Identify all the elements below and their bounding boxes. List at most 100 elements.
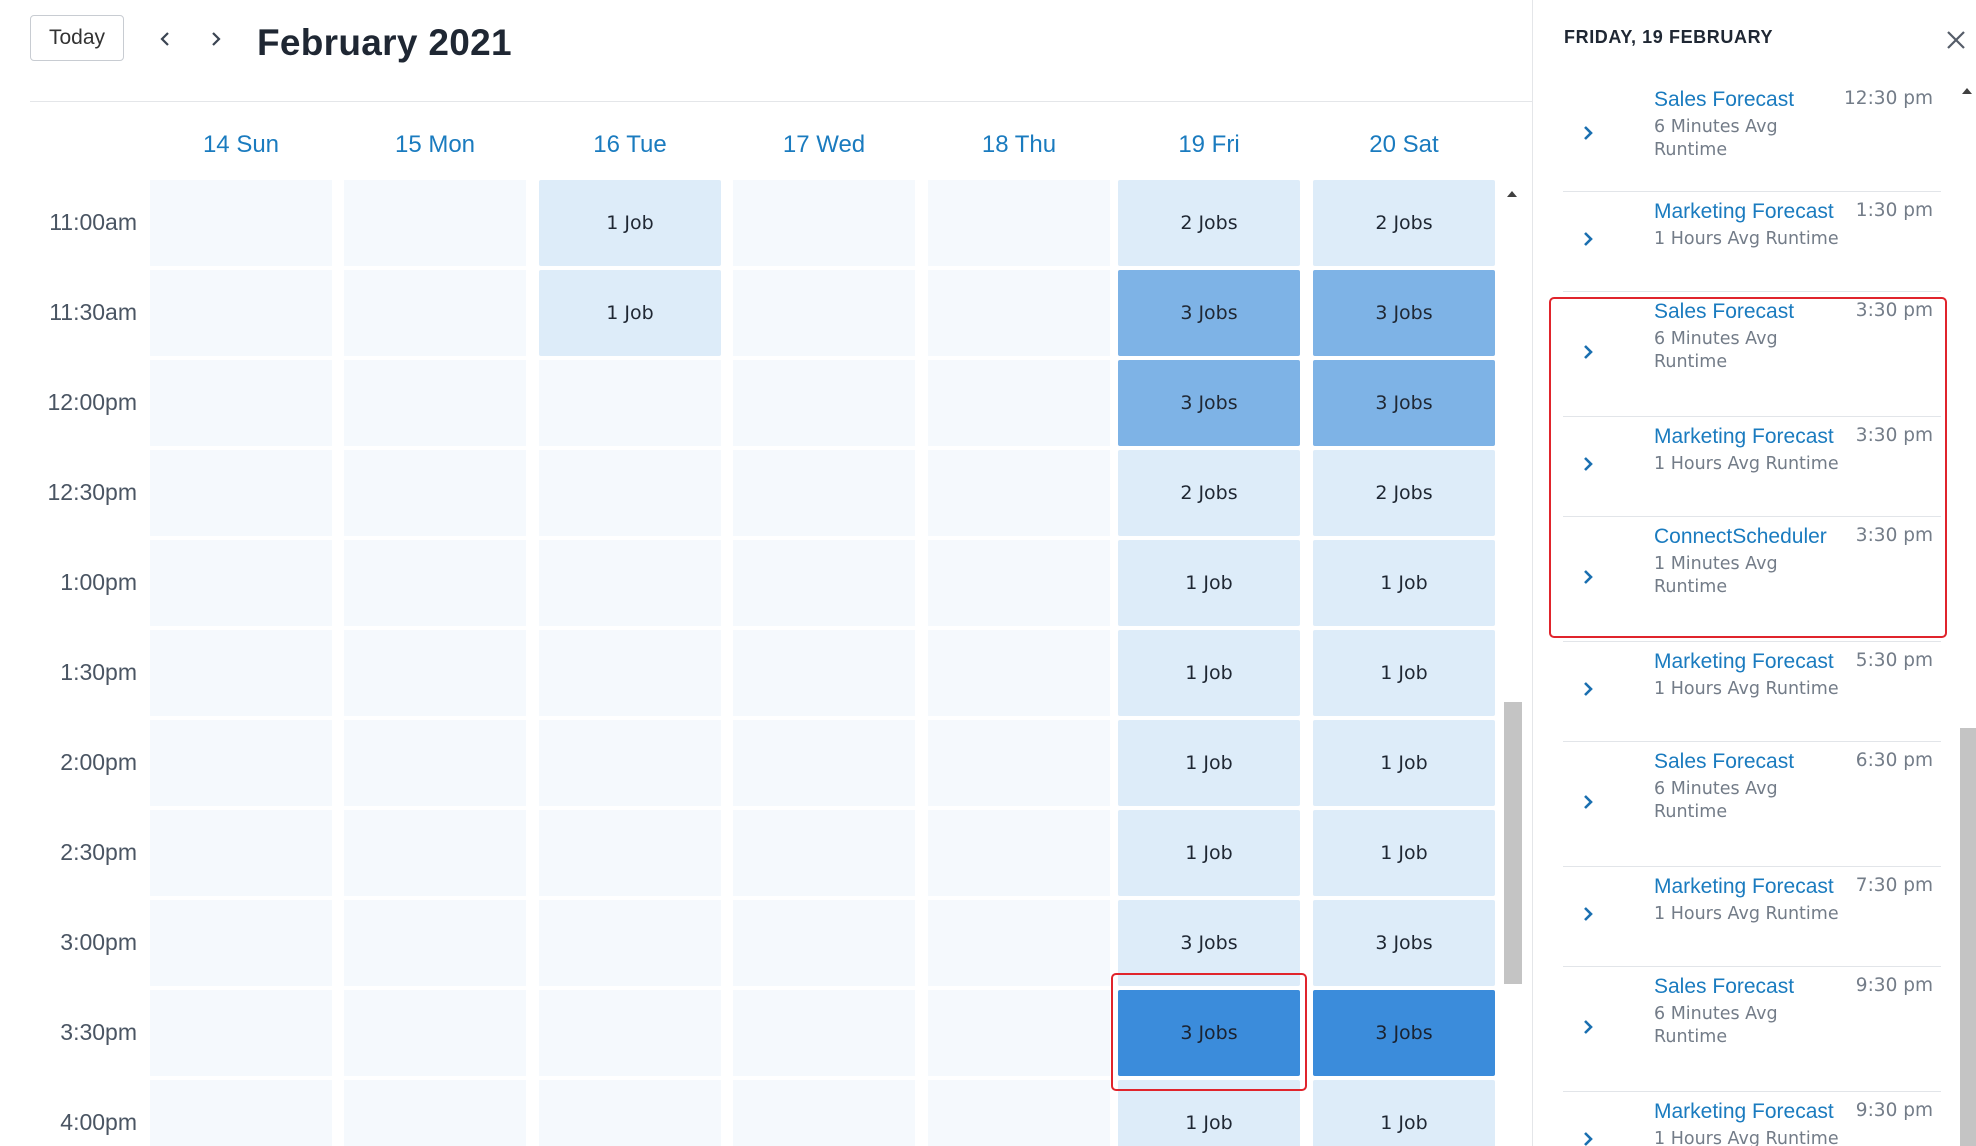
time-label: 1:00pm [60, 569, 137, 595]
panel-title: FRIDAY, 19 FEBRUARY [1564, 27, 1774, 47]
job-time: 9:30 pm [1855, 975, 1933, 996]
job-name-link[interactable]: Sales Forecast [1654, 750, 1794, 774]
time-label: 2:00pm [60, 749, 137, 775]
job-count-cell[interactable]: 2 Jobs [1313, 450, 1495, 536]
job-item[interactable]: Sales Forecast 6 Minutes Avg Runtime 6:30 … [1563, 742, 1941, 867]
empty-slot-cell [928, 450, 1110, 536]
job-count-cell[interactable]: 1 Job [1313, 1080, 1495, 1146]
empty-slot-cell [150, 630, 332, 716]
empty-slot-cell [928, 990, 1110, 1076]
empty-slot-cell [539, 900, 721, 986]
job-name-link[interactable]: Sales Forecast [1654, 975, 1794, 999]
day-header-2[interactable]: 16 Tue [539, 120, 721, 170]
empty-slot-cell [928, 270, 1110, 356]
time-label: 12:30pm [47, 479, 137, 505]
job-name-link[interactable]: Sales Forecast [1654, 88, 1794, 112]
chevron-right-icon[interactable] [1581, 122, 1595, 144]
job-item[interactable]: Marketing Forecast 1 Hours Avg Runtime 5:3… [1563, 642, 1941, 742]
day-header-0[interactable]: 14 Sun [150, 120, 332, 170]
job-runtime: 6 Minutes Avg Runtime [1654, 117, 1778, 160]
job-count-cell[interactable]: 3 Jobs [1313, 900, 1495, 986]
panel-scrollbar-thumb[interactable] [1960, 728, 1976, 1146]
empty-slot-cell [539, 360, 721, 446]
day-header-3[interactable]: 17 Wed [733, 120, 915, 170]
job-item[interactable]: Sales Forecast 6 Minutes Avg Runtime 12:30… [1563, 80, 1941, 192]
grid-scrollbar-thumb[interactable] [1504, 702, 1522, 984]
chevron-right-icon[interactable] [1581, 903, 1595, 925]
job-count-cell[interactable]: 1 Job [539, 180, 721, 266]
month-title: February 2021 [257, 22, 512, 63]
job-count-cell[interactable]: 3 Jobs [1313, 360, 1495, 446]
time-label: 12:00pm [47, 389, 137, 415]
empty-slot-cell [928, 180, 1110, 266]
job-name-link[interactable]: Marketing Forecast [1654, 650, 1834, 674]
job-count-cell[interactable]: 3 Jobs [1118, 360, 1300, 446]
chevron-left-icon [160, 32, 169, 46]
time-label: 11:00am [49, 209, 137, 235]
empty-slot-cell [344, 180, 526, 266]
panel-scroll-up-icon[interactable] [1958, 84, 1976, 98]
next-week-button[interactable] [201, 22, 231, 56]
job-runtime: 1 Hours Avg Runtime [1654, 904, 1839, 924]
chevron-right-icon[interactable] [1581, 228, 1595, 250]
empty-slot-cell [344, 360, 526, 446]
day-header-6[interactable]: 20 Sat [1313, 120, 1495, 170]
job-item[interactable]: Marketing Forecast 1 Hours Avg Runtime 9:3… [1563, 1092, 1941, 1146]
calendar-main: Today February 2021 14 Sun 15 Mon 16 Tue 17… [0, 0, 1532, 1146]
job-count-cell[interactable]: 3 Jobs [1313, 270, 1495, 356]
job-name-link[interactable]: Marketing Forecast [1654, 200, 1834, 224]
job-count-cell[interactable]: 2 Jobs [1313, 180, 1495, 266]
job-count-cell[interactable]: 1 Job [1313, 810, 1495, 896]
chevron-right-icon[interactable] [1581, 791, 1595, 813]
job-count-cell[interactable]: 1 Job [1118, 810, 1300, 896]
empty-slot-cell [928, 630, 1110, 716]
empty-slot-cell [150, 720, 332, 806]
today-button[interactable]: Today [30, 15, 124, 61]
empty-slot-cell [150, 450, 332, 536]
job-count-cell[interactable]: 1 Job [1313, 540, 1495, 626]
empty-slot-cell [539, 990, 721, 1076]
empty-slot-cell [733, 450, 915, 536]
empty-slot-cell [733, 720, 915, 806]
job-count-cell[interactable]: 1 Job [1313, 720, 1495, 806]
chevron-right-icon[interactable] [1581, 678, 1595, 700]
empty-slot-cell [928, 540, 1110, 626]
job-time: 5:30 pm [1855, 650, 1933, 671]
empty-slot-cell [539, 810, 721, 896]
job-item[interactable]: Marketing Forecast 1 Hours Avg Runtime 1:3… [1563, 192, 1941, 292]
day-header-4[interactable]: 18 Thu [928, 120, 1110, 170]
job-count-cell[interactable]: 2 Jobs [1118, 450, 1300, 536]
job-name-link[interactable]: Marketing Forecast [1654, 875, 1834, 899]
job-count-cell[interactable]: 1 Job [539, 270, 721, 356]
job-count-cell[interactable]: 2 Jobs [1118, 180, 1300, 266]
job-count-cell[interactable]: 3 Jobs [1313, 990, 1495, 1076]
job-item[interactable]: Sales Forecast 6 Minutes Avg Runtime 9:30 … [1563, 967, 1941, 1092]
job-count-cell[interactable]: 1 Job [1118, 720, 1300, 806]
time-label: 3:00pm [60, 929, 137, 955]
chevron-right-icon[interactable] [1581, 1016, 1595, 1038]
header-divider [30, 101, 1532, 102]
job-name-link[interactable]: Marketing Forecast [1654, 1100, 1834, 1124]
empty-slot-cell [539, 1080, 721, 1146]
chevron-right-icon[interactable] [1581, 1128, 1595, 1146]
highlight-box-panel [1549, 297, 1947, 638]
prev-week-button[interactable] [150, 22, 180, 56]
day-headers: 14 Sun 15 Mon 16 Tue 17 Wed 18 Thu 19 Fri 20 S… [0, 120, 1532, 170]
job-count-cell[interactable]: 3 Jobs [1118, 270, 1300, 356]
day-header-5[interactable]: 19 Fri [1118, 120, 1300, 170]
time-label: 4:00pm [60, 1109, 137, 1135]
job-time: 9:30 pm [1855, 1100, 1933, 1121]
empty-slot-cell [344, 900, 526, 986]
job-count-cell[interactable]: 1 Job [1313, 630, 1495, 716]
scroll-up-icon[interactable] [1500, 186, 1524, 202]
empty-slot-cell [539, 450, 721, 536]
empty-slot-cell [150, 540, 332, 626]
job-runtime: 6 Minutes Avg Runtime [1654, 1004, 1778, 1047]
job-count-cell[interactable]: 1 Job [1118, 540, 1300, 626]
grid-scrollbar[interactable] [1500, 180, 1524, 1146]
day-header-1[interactable]: 15 Mon [344, 120, 526, 170]
job-item[interactable]: Marketing Forecast 1 Hours Avg Runtime 7:3… [1563, 867, 1941, 967]
close-button[interactable] [1943, 27, 1969, 53]
job-count-cell[interactable]: 1 Job [1118, 630, 1300, 716]
chevron-right-icon [212, 32, 221, 46]
